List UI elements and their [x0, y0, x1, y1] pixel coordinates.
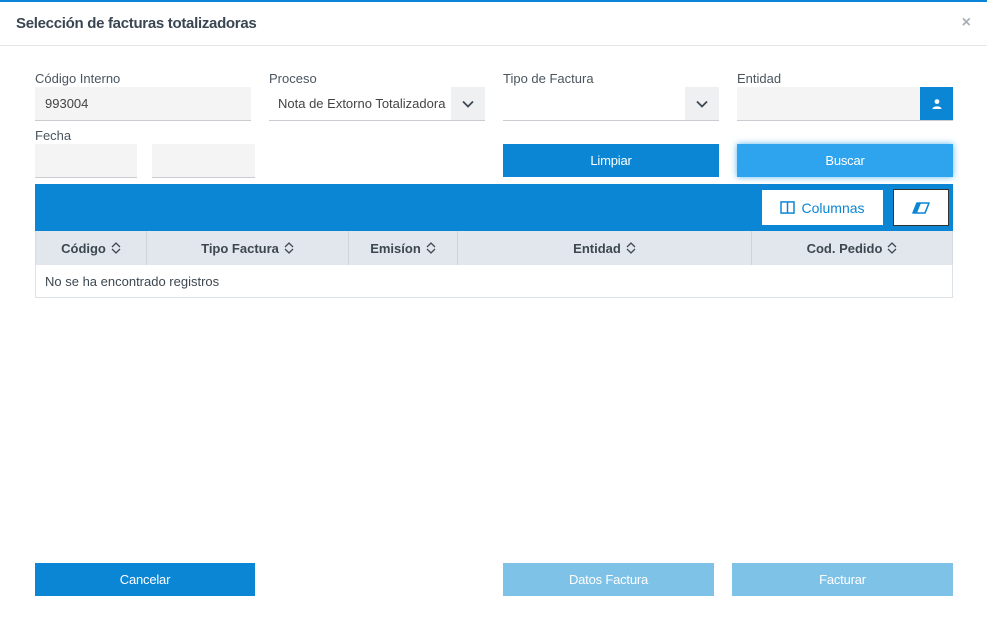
entidad-label: Entidad	[737, 71, 782, 86]
table-header: Código Tipo Factura Emisíon Entidad Cod.…	[35, 231, 953, 265]
entidad-input[interactable]	[737, 87, 953, 121]
cancelar-button[interactable]: Cancelar	[35, 563, 255, 596]
column-header-label: Entidad	[573, 240, 621, 256]
columns-button[interactable]: Columnas	[761, 189, 884, 226]
proceso-select[interactable]: Nota de Extorno Totalizadora	[269, 87, 485, 121]
facturar-button[interactable]: Facturar	[732, 563, 953, 596]
clear-filters-button[interactable]	[893, 189, 949, 226]
fecha-desde-input[interactable]	[35, 144, 137, 178]
chevron-down-icon[interactable]	[451, 87, 485, 120]
sort-icon	[284, 242, 294, 254]
fecha-hasta-input[interactable]	[152, 144, 255, 178]
datos-factura-button[interactable]: Datos Factura	[503, 563, 714, 596]
chevron-down-icon[interactable]	[685, 87, 719, 120]
column-header-entidad[interactable]: Entidad	[458, 231, 752, 265]
sort-icon	[887, 242, 897, 254]
columns-icon	[780, 201, 796, 214]
column-header-tipo-factura[interactable]: Tipo Factura	[147, 231, 349, 265]
codigo-interno-input[interactable]: 993004	[35, 87, 251, 121]
dialog-title: Selección de facturas totalizadoras	[16, 15, 257, 32]
column-header-label: Tipo Factura	[201, 240, 279, 256]
proceso-value: Nota de Extorno Totalizadora	[278, 96, 446, 111]
codigo-interno-label: Código Interno	[35, 71, 121, 86]
column-header-codigo[interactable]: Código	[36, 231, 147, 265]
fecha-label: Fecha	[35, 128, 72, 143]
table-toolbar: Columnas	[35, 184, 953, 231]
limpiar-button[interactable]: Limpiar	[503, 144, 719, 177]
column-header-cod-pedido[interactable]: Cod. Pedido	[752, 231, 952, 265]
close-icon[interactable]: ×	[962, 14, 971, 32]
column-header-label: Emisíon	[370, 240, 421, 256]
columns-button-label: Columnas	[801, 199, 865, 216]
column-header-label: Código	[61, 240, 106, 256]
eraser-icon	[912, 201, 930, 214]
sort-icon	[426, 242, 436, 254]
dialog-header: Selección de facturas totalizadoras ×	[0, 2, 987, 46]
sort-icon	[111, 242, 121, 254]
user-icon[interactable]	[920, 87, 953, 120]
tipo-factura-label: Tipo de Factura	[503, 71, 594, 86]
results-table: Columnas Código Tipo Factura Emisíon Ent…	[35, 184, 953, 298]
tipo-factura-select[interactable]	[503, 87, 719, 121]
sort-icon	[626, 242, 636, 254]
column-header-label: Cod. Pedido	[806, 240, 883, 256]
column-header-emision[interactable]: Emisíon	[349, 231, 458, 265]
buscar-button[interactable]: Buscar	[737, 144, 953, 177]
proceso-label: Proceso	[269, 71, 317, 86]
empty-message: No se ha encontrado registros	[35, 265, 953, 298]
